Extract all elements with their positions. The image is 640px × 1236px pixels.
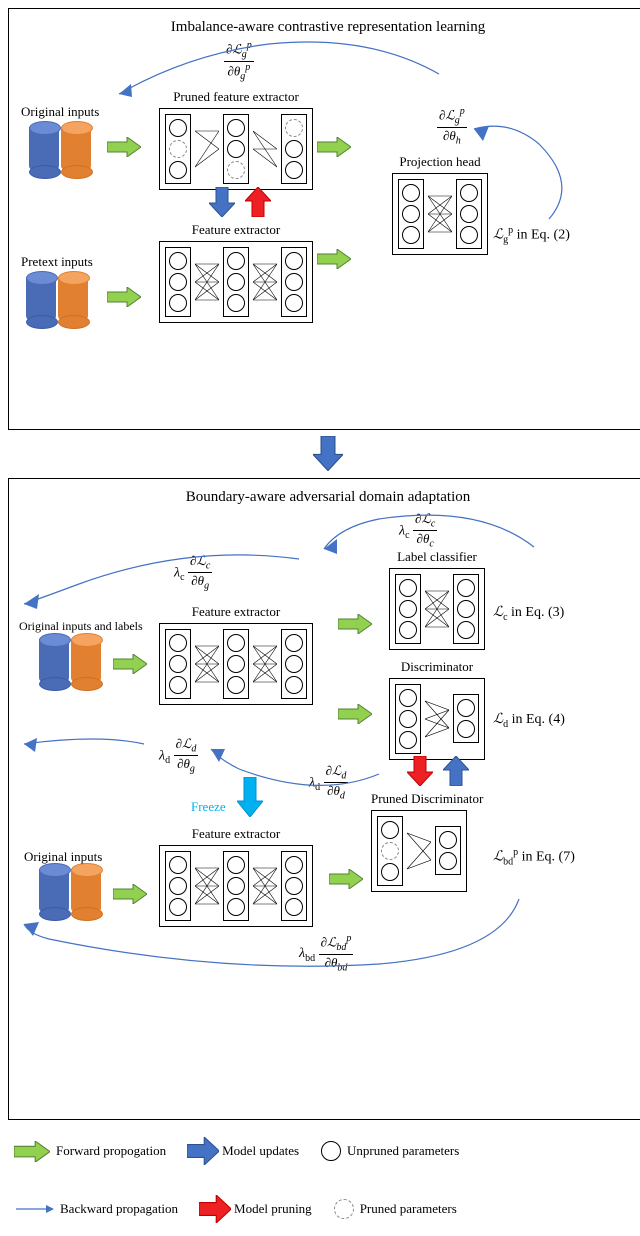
feature-extractor-top: Feature extractor (159, 604, 313, 705)
model-updates-icon (443, 756, 469, 786)
forward-arrow-icon (107, 287, 141, 307)
legend: Forward propogation Model updates Unprun… (8, 1132, 640, 1228)
original-inputs: Original inputs (21, 104, 99, 173)
pruned-feature-extractor: Pruned feature extractor (159, 89, 313, 190)
feature-extractor: Feature extractor (159, 222, 313, 323)
model-pruning-icon (245, 187, 271, 217)
model-pruning-icon (407, 756, 433, 786)
model-updates-icon (209, 187, 235, 217)
backprop-arrow (469, 124, 599, 234)
pretext-inputs: Pretext inputs (21, 254, 93, 323)
forward-arrow-icon (113, 654, 147, 674)
freeze-arrow-icon (237, 777, 263, 817)
panel-contrastive: Imbalance-aware contrastive representati… (8, 8, 640, 430)
panel-adaptation: Boundary-aware adversarial domain adapta… (8, 478, 640, 1120)
discriminator: Discriminator (389, 659, 485, 760)
forward-arrow-icon (338, 704, 372, 724)
pruned-discriminator: Pruned Discriminator (371, 791, 483, 892)
panel2-title: Boundary-aware adversarial domain adapta… (21, 489, 635, 506)
model-updates-icon (313, 436, 343, 470)
original-inputs-labels: Original inputs and labels (19, 619, 143, 634)
forward-arrow-icon (329, 869, 363, 889)
forward-arrow-icon (317, 249, 351, 269)
forward-arrow-icon (107, 137, 141, 157)
forward-arrow-icon (338, 614, 372, 634)
panel1-title: Imbalance-aware contrastive representati… (21, 19, 635, 36)
label-classifier: Label classifier (389, 549, 485, 650)
backprop-arrow (209, 744, 389, 804)
backprop-arrow (19, 894, 529, 984)
backprop-arrow (19, 734, 149, 774)
forward-arrow-icon (317, 137, 351, 157)
